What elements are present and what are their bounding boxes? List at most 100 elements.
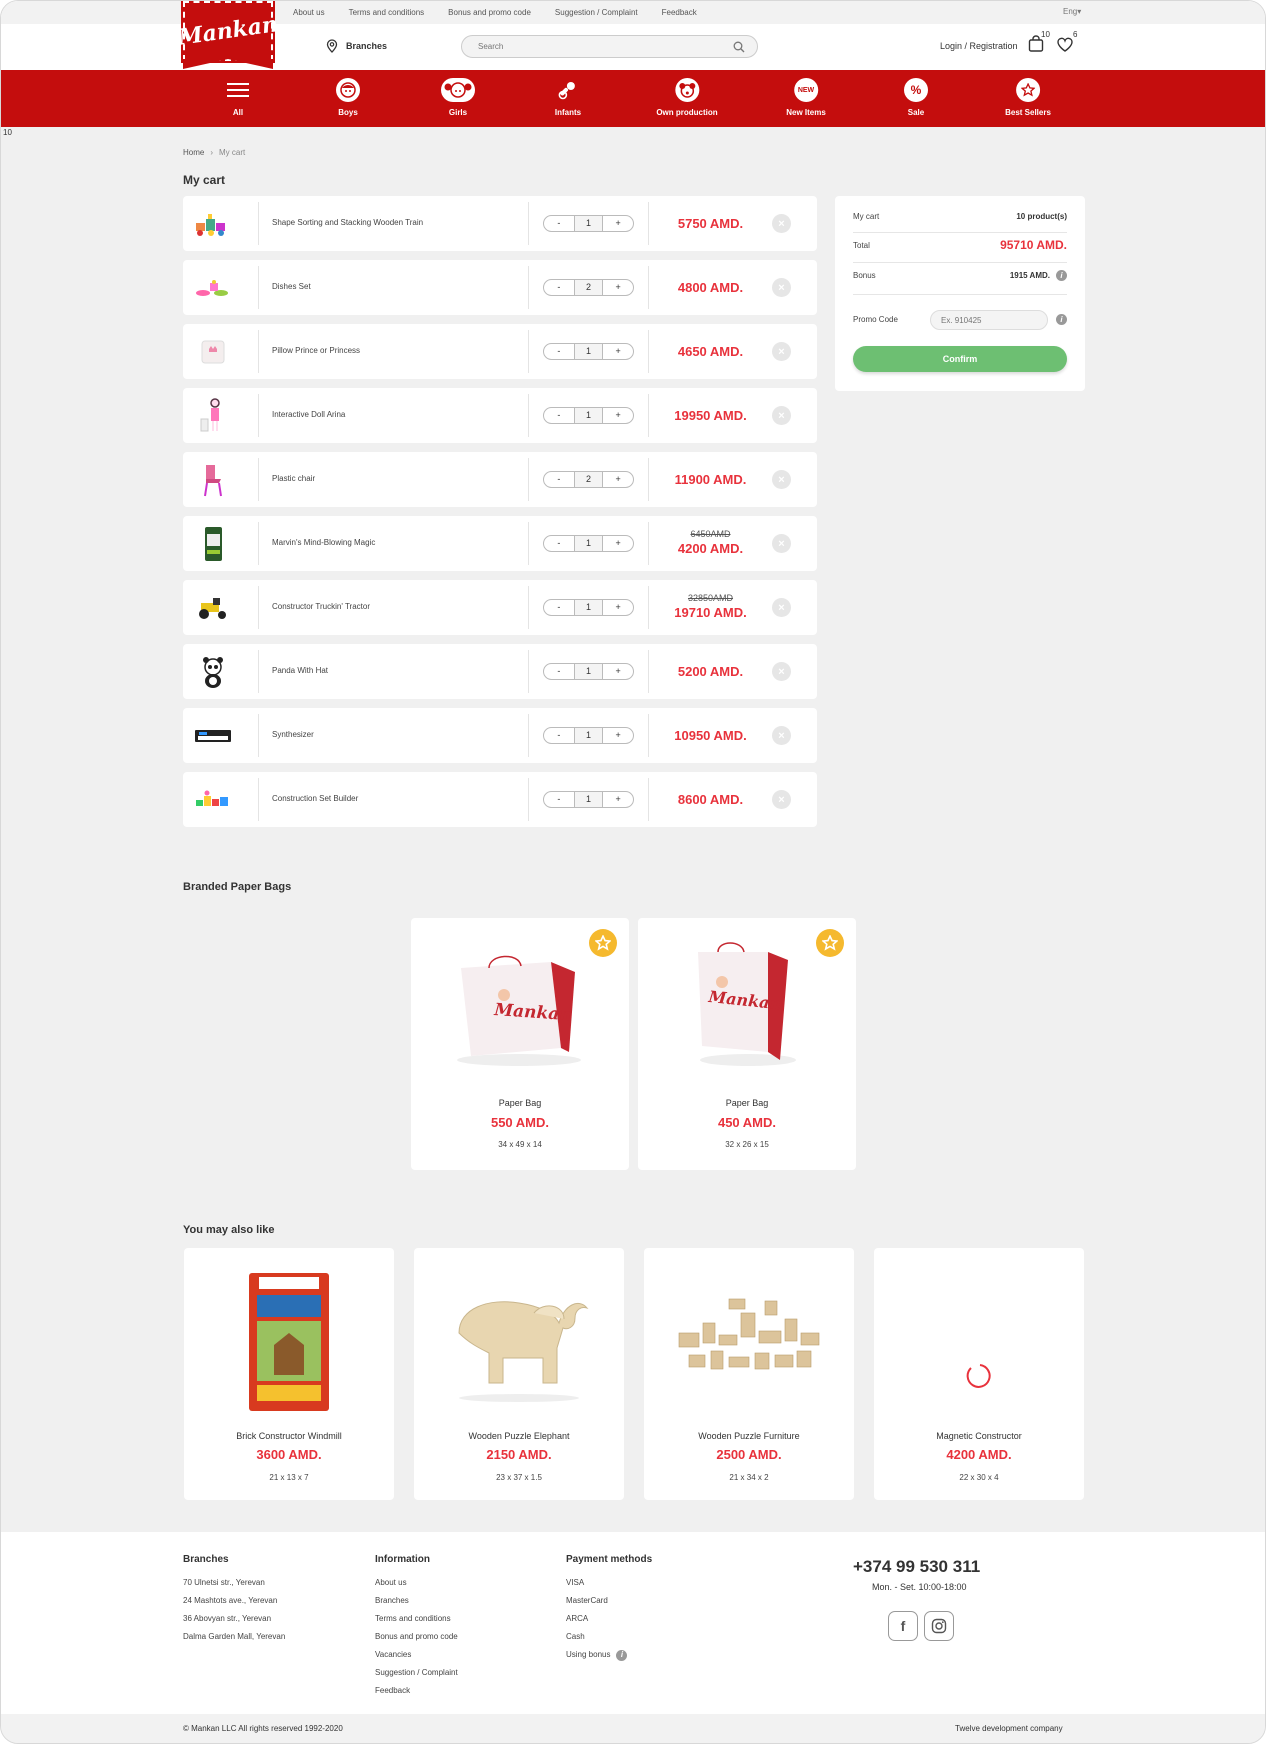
paper-bag-card[interactable]: Mankan Paper Bag 550 AMD. 34 x 49 x 14: [411, 918, 629, 1170]
product-name[interactable]: Panda With Hat: [272, 666, 328, 675]
decrease-button[interactable]: -: [544, 280, 574, 295]
increase-button[interactable]: +: [603, 600, 633, 615]
quantity-value[interactable]: 1: [573, 408, 604, 423]
search-icon[interactable]: [733, 41, 745, 53]
quantity-value[interactable]: 1: [573, 216, 604, 231]
product-name[interactable]: Dishes Set: [272, 282, 311, 291]
nav-item-infants[interactable]: Infants: [555, 78, 581, 117]
footer-link-terms[interactable]: Terms and conditions: [375, 1610, 458, 1628]
product-card[interactable]: Magnetic Constructor 4200 AMD. 22 x 30 x…: [874, 1248, 1084, 1500]
nav-item-all[interactable]: All: [226, 78, 250, 117]
footer-link-branches[interactable]: Branches: [375, 1592, 458, 1610]
product-name[interactable]: Marvin's Mind-Blowing Magic: [272, 538, 375, 547]
footer-branch-link[interactable]: Dalma Garden Mall, Yerevan: [183, 1628, 285, 1646]
pillow-thumbnail[interactable]: [193, 332, 233, 372]
confirm-button[interactable]: Confirm: [853, 346, 1067, 372]
increase-button[interactable]: +: [603, 216, 633, 231]
footer-branch-link[interactable]: 70 Ulnetsi str., Yerevan: [183, 1574, 285, 1592]
product-name[interactable]: Constructor Truckin' Tractor: [272, 602, 370, 611]
quantity-value[interactable]: 1: [573, 536, 604, 551]
nav-item-best-sellers[interactable]: Best Sellers: [1005, 78, 1051, 117]
decrease-button[interactable]: -: [544, 472, 574, 487]
developer-credit[interactable]: Twelve development company: [955, 1724, 1063, 1733]
increase-button[interactable]: +: [603, 472, 633, 487]
remove-button[interactable]: ×: [772, 726, 791, 745]
quantity-value[interactable]: 2: [573, 280, 604, 295]
remove-button[interactable]: ×: [772, 342, 791, 361]
quantity-value[interactable]: 2: [573, 472, 604, 487]
info-icon[interactable]: i: [1056, 314, 1067, 325]
facebook-icon[interactable]: f: [888, 1611, 918, 1641]
branches-link[interactable]: Branches: [326, 39, 387, 53]
increase-button[interactable]: +: [603, 344, 633, 359]
increase-button[interactable]: +: [603, 792, 633, 807]
paper-bag-card[interactable]: Mankan Paper Bag 450 AMD. 32 x 26 x 15: [638, 918, 856, 1170]
product-name[interactable]: Interactive Doll Arina: [272, 410, 345, 419]
decrease-button[interactable]: -: [544, 664, 574, 679]
remove-button[interactable]: ×: [772, 598, 791, 617]
nav-item-girls[interactable]: Girls: [441, 78, 475, 117]
footer-link-vacancies[interactable]: Vacancies: [375, 1646, 458, 1664]
remove-button[interactable]: ×: [772, 534, 791, 553]
instagram-icon[interactable]: [924, 1611, 954, 1641]
breadcrumb-home[interactable]: Home: [183, 148, 204, 157]
decrease-button[interactable]: -: [544, 344, 574, 359]
decrease-button[interactable]: -: [544, 792, 574, 807]
heart-icon[interactable]: [1057, 37, 1073, 52]
increase-button[interactable]: +: [603, 408, 633, 423]
decrease-button[interactable]: -: [544, 728, 574, 743]
promo-code-input[interactable]: [930, 310, 1048, 330]
language-select[interactable]: Eng▾: [1063, 7, 1081, 16]
quantity-value[interactable]: 1: [573, 664, 604, 679]
top-link-suggestion[interactable]: Suggestion / Complaint: [555, 8, 638, 17]
decrease-button[interactable]: -: [544, 536, 574, 551]
decrease-button[interactable]: -: [544, 600, 574, 615]
product-name[interactable]: Plastic chair: [272, 474, 315, 483]
increase-button[interactable]: +: [603, 280, 633, 295]
remove-button[interactable]: ×: [772, 278, 791, 297]
increase-button[interactable]: +: [603, 664, 633, 679]
remove-button[interactable]: ×: [772, 406, 791, 425]
product-card[interactable]: Wooden Puzzle Elephant 2150 AMD. 23 x 37…: [414, 1248, 624, 1500]
logo[interactable]: Mankan: [177, 1, 279, 69]
top-link-bonus[interactable]: Bonus and promo code: [448, 8, 531, 17]
magic-kit-thumbnail[interactable]: [193, 524, 233, 564]
quantity-value[interactable]: 1: [573, 600, 604, 615]
top-link-terms[interactable]: Terms and conditions: [349, 8, 425, 17]
decrease-button[interactable]: -: [544, 408, 574, 423]
nav-item-sale[interactable]: % Sale: [904, 78, 928, 117]
train-toy-thumbnail[interactable]: [193, 204, 233, 244]
product-card[interactable]: Wooden Puzzle Furniture 2500 AMD. 21 x 3…: [644, 1248, 854, 1500]
construction-set-thumbnail[interactable]: [193, 780, 233, 820]
footer-branch-link[interactable]: 24 Mashtots ave., Yerevan: [183, 1592, 285, 1610]
panda-thumbnail[interactable]: [193, 652, 233, 692]
quantity-value[interactable]: 1: [573, 344, 604, 359]
product-name[interactable]: Synthesizer: [272, 730, 314, 739]
footer-branch-link[interactable]: 36 Abovyan str., Yerevan: [183, 1610, 285, 1628]
decrease-button[interactable]: -: [544, 216, 574, 231]
phone-number[interactable]: +374 99 530 311: [853, 1557, 980, 1577]
product-card[interactable]: Brick Constructor Windmill 3600 AMD. 21 …: [184, 1248, 394, 1500]
remove-button[interactable]: ×: [772, 470, 791, 489]
product-name[interactable]: Pillow Prince or Princess: [272, 346, 360, 355]
top-link-about[interactable]: About us: [293, 8, 325, 17]
dishes-set-thumbnail[interactable]: [193, 268, 233, 308]
tractor-thumbnail[interactable]: [193, 588, 233, 628]
doll-thumbnail[interactable]: [193, 396, 233, 436]
search-input[interactable]: [462, 36, 712, 57]
synthesizer-thumbnail[interactable]: [193, 716, 233, 756]
login-link[interactable]: Login / Registration: [940, 41, 1018, 51]
remove-button[interactable]: ×: [772, 662, 791, 681]
info-icon[interactable]: i: [1056, 270, 1067, 281]
top-link-feedback[interactable]: Feedback: [662, 8, 697, 17]
remove-button[interactable]: ×: [772, 790, 791, 809]
nav-item-boys[interactable]: Boys: [336, 78, 360, 117]
footer-link-bonus[interactable]: Bonus and promo code: [375, 1628, 458, 1646]
nav-item-own-production[interactable]: Own production: [656, 78, 718, 117]
product-name[interactable]: Shape Sorting and Stacking Wooden Train: [272, 218, 423, 227]
increase-button[interactable]: +: [603, 728, 633, 743]
favorite-star-icon[interactable]: [589, 929, 617, 957]
footer-link-about[interactable]: About us: [375, 1574, 458, 1592]
chair-thumbnail[interactable]: [193, 460, 233, 500]
quantity-value[interactable]: 1: [573, 728, 604, 743]
